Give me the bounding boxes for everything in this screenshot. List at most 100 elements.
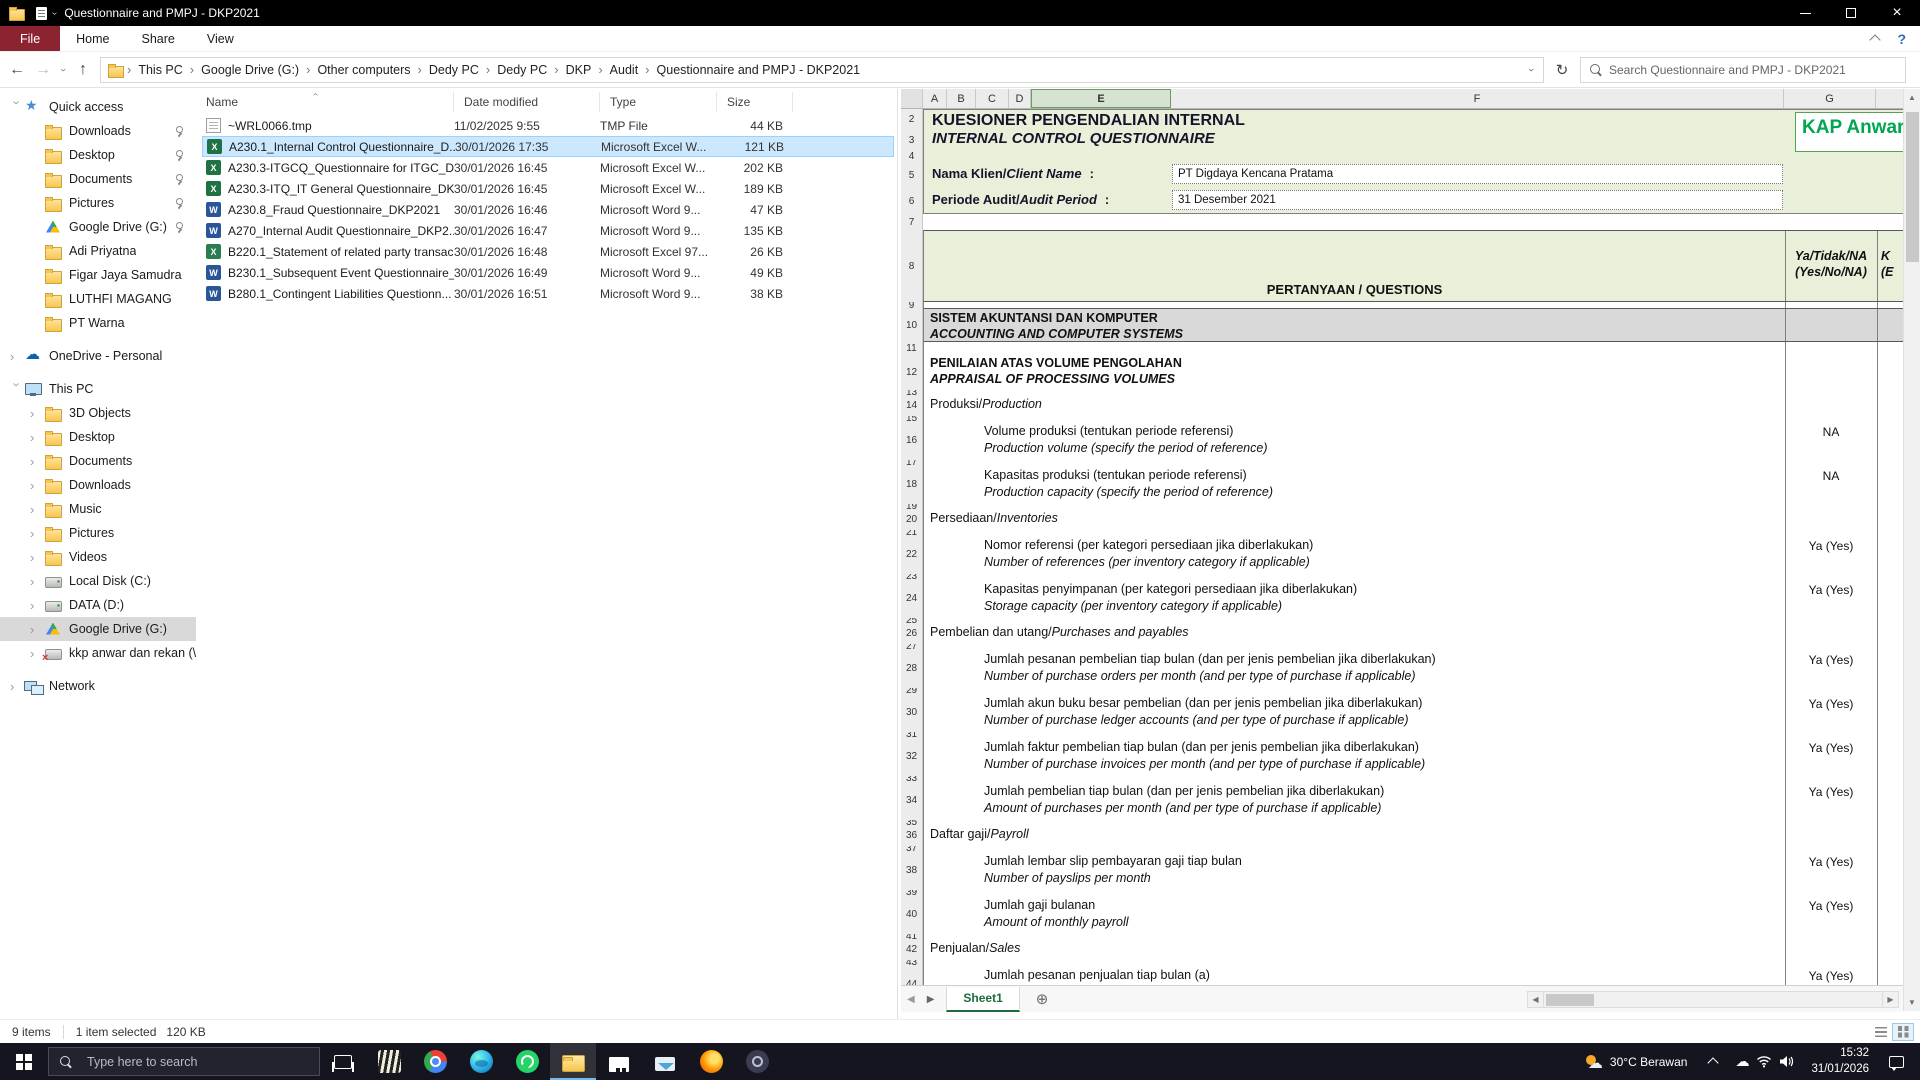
sidebar-item-figar-jaya-samudra[interactable]: Figar Jaya Samudra: [0, 263, 196, 287]
breadcrumb-segment-questionnaire-and-pmpj-dkp2021[interactable]: Questionnaire and PMPJ - DKP2021: [650, 63, 868, 77]
row-number[interactable]: 8: [901, 230, 923, 302]
vertical-scroll-track[interactable]: [1904, 106, 1920, 994]
file-row-wrl0066-tmp[interactable]: ~WRL0066.tmp11/02/2025 9:55TMP File44 KB: [202, 115, 894, 136]
file-row-b230-1-subsequent-ev[interactable]: B230.1_Subsequent Event Questionnaire_..…: [202, 262, 894, 283]
chevron-right-icon[interactable]: ›: [10, 349, 24, 364]
answer-cell[interactable]: Ya (Yes): [1785, 855, 1877, 869]
scroll-down-icon[interactable]: ▼: [1904, 994, 1920, 1011]
tray-wifi-icon[interactable]: [1753, 1043, 1775, 1080]
ribbon-tab-share[interactable]: Share: [126, 26, 191, 51]
answer-cell[interactable]: Ya (Yes): [1785, 785, 1877, 799]
address-dropdown-icon[interactable]: ›: [1523, 64, 1539, 76]
sidebar-item-google-drive-g[interactable]: Google Drive (G:): [0, 215, 196, 239]
row-number[interactable]: 34: [901, 781, 923, 820]
sheet-column-header-f[interactable]: F: [1171, 89, 1784, 108]
answer-cell[interactable]: NA: [1785, 469, 1877, 483]
file-row-a230-3-itq-it-genera[interactable]: A230.3-ITQ_IT General Questionnaire_DK..…: [202, 178, 894, 199]
taskbar-app-store[interactable]: [596, 1043, 642, 1080]
search-input[interactable]: [1609, 63, 1897, 77]
column-header-type[interactable]: Type: [600, 92, 717, 112]
answer-cell[interactable]: Ya (Yes): [1785, 539, 1877, 553]
ribbon-tab-file[interactable]: File: [0, 26, 60, 51]
chevron-right-icon[interactable]: ›: [30, 430, 44, 445]
recent-locations-chevron-icon[interactable]: ›: [56, 57, 70, 83]
breadcrumb-segment-audit[interactable]: Audit: [603, 63, 646, 77]
chevron-right-icon[interactable]: ›: [10, 679, 24, 694]
up-button[interactable]: ↑: [70, 57, 96, 83]
file-row-a230-8-fraud-questio[interactable]: A230.8_Fraud Questionnaire_DKP202130/01/…: [202, 199, 894, 220]
breadcrumb-segment-dkp[interactable]: DKP: [559, 63, 599, 77]
breadcrumb-bar[interactable]: › This PC›Google Drive (G:)›Other comput…: [100, 57, 1544, 83]
pane-splitter[interactable]: [897, 89, 898, 1019]
breadcrumb-segment-dedy-pc[interactable]: Dedy PC: [490, 63, 554, 77]
file-row-a230-3-itgcq-questio[interactable]: A230.3-ITGCQ_Questionnaire for ITGC_DK..…: [202, 157, 894, 178]
sheet-column-header-a[interactable]: A: [923, 89, 947, 108]
row-number[interactable]: 3: [901, 130, 923, 150]
breadcrumb-segment-dedy-pc[interactable]: Dedy PC: [422, 63, 486, 77]
maximize-button[interactable]: [1828, 0, 1874, 26]
sheet-column-header-d[interactable]: D: [1009, 89, 1031, 108]
answer-cell[interactable]: Ya (Yes): [1785, 583, 1877, 597]
row-number[interactable]: 38: [901, 851, 923, 890]
column-header-name[interactable]: Name›: [196, 92, 454, 112]
scroll-left-icon[interactable]: ◀: [1527, 991, 1544, 1008]
sheet-nav-right-icon[interactable]: ▶: [921, 994, 941, 1005]
sidebar-section-this-pc[interactable]: ›This PC: [0, 377, 196, 401]
row-number[interactable]: 10: [901, 308, 923, 342]
row-number[interactable]: 5: [901, 162, 923, 188]
file-row-b280-1-contingent-li[interactable]: B280.1_Contingent Liabilities Questionn.…: [202, 283, 894, 304]
sidebar-item-desktop[interactable]: ›Desktop: [0, 425, 196, 449]
taskbar-search[interactable]: Type here to search: [48, 1047, 320, 1076]
sidebar-item-kkp-anwar-dan-rekan-1[interactable]: ›kkp anwar dan rekan (\\1: [0, 641, 196, 665]
answer-cell[interactable]: Ya (Yes): [1785, 741, 1877, 755]
sidebar-item-pictures[interactable]: Pictures: [0, 191, 196, 215]
ribbon-tab-home[interactable]: Home: [60, 26, 125, 51]
sidebar-item-pictures[interactable]: ›Pictures: [0, 521, 196, 545]
row-number[interactable]: 4: [901, 150, 923, 162]
sidebar-item-downloads[interactable]: Downloads: [0, 119, 196, 143]
sidebar-item-desktop[interactable]: Desktop: [0, 143, 196, 167]
row-number[interactable]: 36: [901, 825, 923, 846]
taskbar-app-round-app[interactable]: [734, 1043, 780, 1080]
row-number[interactable]: 7: [901, 214, 923, 230]
sidebar-item-adi-priyatna[interactable]: Adi Priyatna: [0, 239, 196, 263]
row-number[interactable]: 12: [901, 354, 923, 390]
tray-cloud-icon[interactable]: [1731, 1043, 1753, 1080]
answer-cell[interactable]: NA: [1785, 425, 1877, 439]
sheet-column-header-e[interactable]: E: [1031, 89, 1171, 108]
taskbar-app-chrome[interactable]: [412, 1043, 458, 1080]
sidebar-item-documents[interactable]: Documents: [0, 167, 196, 191]
sidebar-section-network[interactable]: ›Network: [0, 674, 196, 698]
row-number[interactable]: 14: [901, 395, 923, 416]
taskbar-clock[interactable]: 15:32 31/01/2026: [1801, 1046, 1879, 1077]
action-center-button[interactable]: [1883, 1043, 1909, 1080]
start-button[interactable]: [0, 1043, 48, 1080]
tray-chevron-up-icon[interactable]: [1708, 1057, 1719, 1068]
breadcrumb-segment-google-drive-g[interactable]: Google Drive (G:): [194, 63, 306, 77]
answer-cell[interactable]: Ya (Yes): [1785, 653, 1877, 667]
chevron-down-icon[interactable]: ›: [49, 11, 60, 14]
scroll-right-icon[interactable]: ▶: [1882, 991, 1899, 1008]
large-icons-view-button[interactable]: [1892, 1023, 1914, 1041]
horizontal-scroll-thumb[interactable]: [1546, 994, 1594, 1006]
row-number[interactable]: 42: [901, 939, 923, 960]
sidebar-item-local-disk-c[interactable]: ›Local Disk (C:): [0, 569, 196, 593]
sidebar-item-videos[interactable]: ›Videos: [0, 545, 196, 569]
row-number[interactable]: 32: [901, 737, 923, 776]
sidebar-item-google-drive-g[interactable]: ›Google Drive (G:): [0, 617, 196, 641]
row-number[interactable]: 18: [901, 465, 923, 504]
collapse-ribbon-icon[interactable]: [1870, 34, 1881, 45]
sidebar-item-documents[interactable]: ›Documents: [0, 449, 196, 473]
chevron-right-icon[interactable]: ›: [30, 478, 44, 493]
vertical-scrollbar[interactable]: ▲ ▼: [1903, 89, 1920, 1011]
chevron-right-icon[interactable]: ›: [30, 598, 44, 613]
taskbar-app-whatsapp[interactable]: [504, 1043, 550, 1080]
row-number[interactable]: 20: [901, 509, 923, 530]
file-row-a270-internal-audit[interactable]: A270_Internal Audit Questionnaire_DKP2..…: [202, 220, 894, 241]
chevron-right-icon[interactable]: ›: [30, 526, 44, 541]
answer-cell[interactable]: Ya (Yes): [1785, 899, 1877, 913]
sidebar-item-data-d[interactable]: ›DATA (D:): [0, 593, 196, 617]
file-row-a230-1-internal-cont[interactable]: A230.1_Internal Control Questionnaire_D.…: [202, 136, 894, 157]
sheet-column-header-c[interactable]: C: [976, 89, 1009, 108]
chevron-right-icon[interactable]: ›: [30, 550, 44, 565]
